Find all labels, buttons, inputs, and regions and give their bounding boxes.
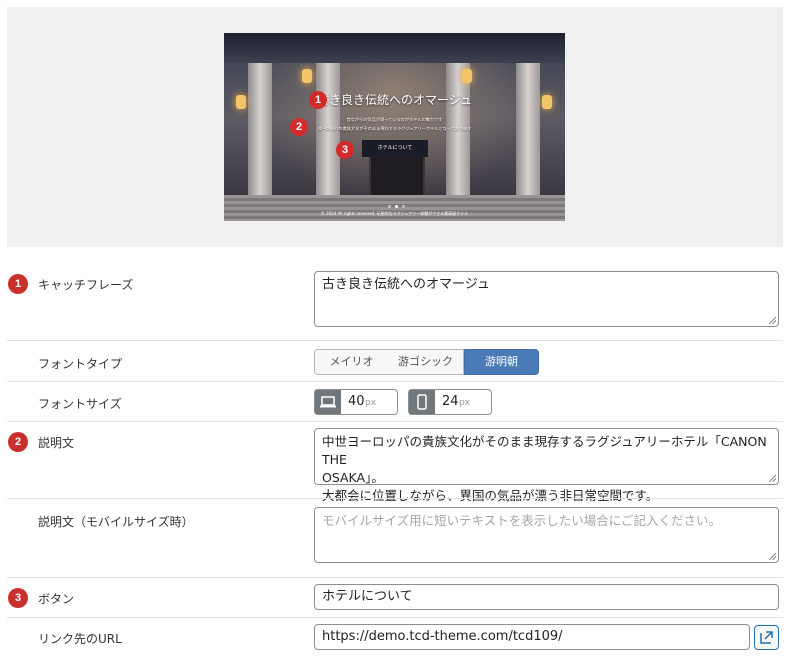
font-option-yu-mincho[interactable]: 游明朝 (464, 349, 539, 375)
preview-area: 古き良き伝統へのオマージュ 昔ながらの気品が漂っているのがホテルの魅力です ヨー… (7, 7, 783, 247)
preview-footer: © 2024 All rights reserved. 伝統的なラグジュアリー体… (320, 211, 469, 216)
link-url-value: https://demo.tcd-theme.com/tcd109/ (322, 629, 563, 644)
description-mobile-textarea[interactable]: モバイルサイズ用に短いテキストを表示したい場合にご記入ください。 (314, 507, 779, 563)
divider (7, 421, 783, 422)
divider (7, 381, 783, 382)
divider (7, 340, 783, 341)
desktop-size-value: 40 (348, 394, 365, 409)
pillar (248, 63, 272, 213)
description-mobile-placeholder: モバイルサイズ用に短いテキストを表示したい場合にご記入ください。 (322, 513, 722, 528)
pillar (446, 63, 470, 213)
pillar (316, 63, 340, 213)
preview-desc-line: ヨーロッパの貴族文化がそのまま現存するラグジュアリーホテルとなっております (317, 126, 472, 131)
pillar (516, 63, 540, 213)
description-line: OSAKA」。 (322, 470, 384, 485)
desktop-icon (315, 390, 341, 414)
font-option-meiryo[interactable]: メイリオ (314, 349, 389, 375)
badge-3: 3 (8, 588, 28, 608)
font-type-label: フォントタイプ (38, 357, 123, 371)
catchphrase-label: キャッチフレーズ (38, 278, 134, 292)
resize-grip[interactable] (769, 553, 776, 560)
lamp (462, 69, 472, 83)
font-size-label: フォントサイズ (38, 397, 122, 411)
desktop-size-unit: px (365, 398, 377, 408)
catchphrase-textarea[interactable]: 古き良き伝統へのオマージュ (314, 271, 779, 327)
preview-description: 昔ながらの気品が漂っているのがホテルの魅力です ヨーロッパの貴族文化がそのまま現… (224, 115, 565, 133)
description-line: 大都会に位置しながら、異国の気品が漂う非日常空間です。 (322, 488, 659, 503)
preview-desc-line: 昔ながらの気品が漂っているのがホテルの魅力です (346, 117, 443, 122)
mobile-size-unit: px (459, 398, 471, 408)
desktop-font-size-input[interactable]: 40 px (314, 389, 398, 415)
open-link-button[interactable] (754, 625, 779, 650)
font-option-yu-gothic[interactable]: 游ゴシック (388, 349, 464, 375)
button-text-input[interactable]: ホテルについて (314, 584, 779, 610)
slider-dots (386, 193, 407, 212)
button-text-value: ホテルについて (322, 589, 413, 604)
badge-2: 2 (8, 432, 28, 452)
external-link-icon (755, 631, 778, 653)
mobile-icon (409, 390, 435, 414)
badge-1: 1 (8, 274, 28, 294)
roof-decoration (224, 33, 565, 63)
description-line: 中世ヨーロッパの貴族文化がそのまま現存するラグジュアリーホテル「CANON TH… (322, 434, 767, 467)
description-mobile-label: 説明文（モバイルサイズ時） (38, 515, 194, 529)
button-label: ボタン (38, 592, 75, 606)
resize-grip[interactable] (769, 317, 776, 324)
preview-marker-2: 2 (290, 118, 308, 136)
preview-marker-1: 1 (309, 91, 327, 109)
resize-grip[interactable] (769, 475, 776, 482)
description-textarea[interactable]: 中世ヨーロッパの貴族文化がそのまま現存するラグジュアリーホテル「CANON TH… (314, 428, 779, 503)
preview-marker-3: 3 (336, 141, 354, 159)
mobile-font-size-input[interactable]: 24 px (408, 389, 492, 415)
lamp (302, 69, 312, 83)
divider (7, 617, 783, 618)
divider (7, 498, 783, 499)
hero-preview-image: 古き良き伝統へのオマージュ 昔ながらの気品が漂っているのがホテルの魅力です ヨー… (224, 33, 565, 221)
mobile-size-value: 24 (442, 394, 459, 409)
preview-title: 古き良き伝統へのオマージュ (317, 93, 472, 107)
description-label: 説明文 (38, 436, 75, 450)
divider (7, 577, 783, 578)
preview-button: ホテルについて (362, 140, 428, 157)
link-url-input[interactable]: https://demo.tcd-theme.com/tcd109/ (314, 624, 750, 650)
catchphrase-value: 古き良き伝統へのオマージュ (322, 277, 490, 292)
link-url-label: リンク先のURL (38, 632, 122, 646)
